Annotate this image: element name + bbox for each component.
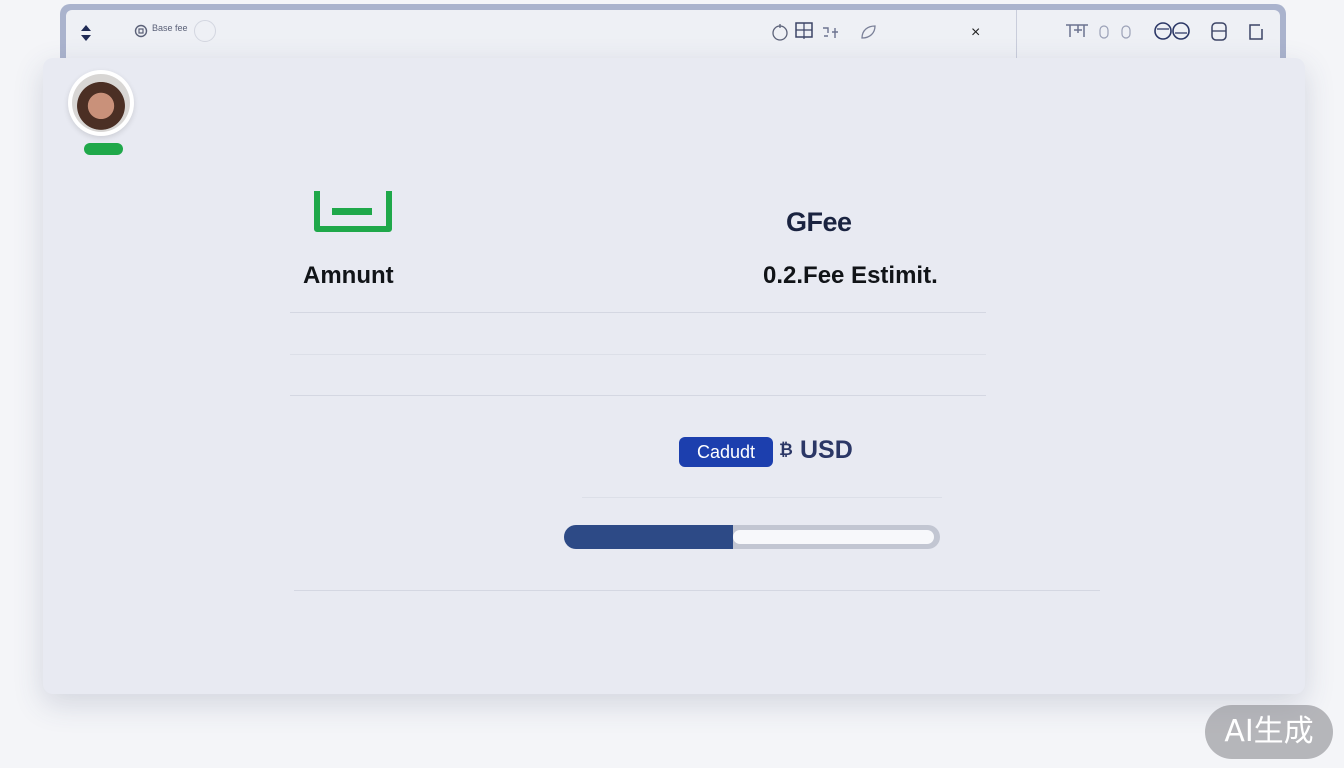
currency-button[interactable]: Cadudt bbox=[679, 437, 773, 467]
grid-icon[interactable] bbox=[1064, 22, 1090, 45]
gfee-logo: GFee bbox=[786, 207, 852, 237]
divider bbox=[290, 354, 986, 355]
frame-icon[interactable] bbox=[794, 20, 814, 47]
network-icon[interactable] bbox=[820, 22, 842, 47]
divider bbox=[290, 312, 986, 313]
toggle-icon[interactable] bbox=[1098, 24, 1134, 45]
progress-remaining bbox=[733, 530, 934, 544]
close-icon[interactable]: × bbox=[971, 24, 980, 42]
amount-label: Amnunt bbox=[303, 262, 394, 289]
tab-title[interactable]: Base fee bbox=[152, 24, 188, 33]
fee-estimate-card bbox=[43, 58, 1305, 694]
avatar-photo bbox=[72, 74, 130, 132]
globe-icon[interactable] bbox=[1152, 20, 1192, 47]
leaf-icon[interactable] bbox=[858, 22, 878, 47]
fee-estimate-label: 0.2.Fee Estimit. bbox=[763, 262, 938, 289]
browser-toolbar: Base fee × bbox=[60, 4, 1286, 62]
refresh-icon[interactable] bbox=[771, 22, 789, 47]
app-window: Base fee × GFee Amnunt 0.2.Fee Estimit. … bbox=[0, 0, 1344, 768]
logo-icon bbox=[134, 24, 148, 43]
wallet-tray-icon bbox=[312, 188, 392, 239]
toolbar-surface: Base fee × bbox=[66, 10, 1280, 62]
currency-label: USD bbox=[800, 436, 853, 464]
fee-progress-bar bbox=[564, 525, 940, 549]
progress-fill bbox=[564, 525, 733, 549]
divider bbox=[290, 395, 986, 396]
divider bbox=[294, 590, 1100, 591]
wallet-icon[interactable] bbox=[1210, 21, 1228, 48]
tab-spinner-icon bbox=[194, 20, 216, 42]
expand-icon[interactable] bbox=[80, 24, 92, 45]
avatar[interactable] bbox=[68, 70, 134, 136]
toolbar-divider bbox=[1016, 10, 1017, 62]
divider bbox=[582, 497, 942, 498]
ai-generated-watermark: AI生成 bbox=[1205, 705, 1333, 759]
currency-glyph-icon: ₿ bbox=[779, 440, 793, 459]
online-status-badge bbox=[84, 143, 123, 155]
external-icon[interactable] bbox=[1246, 22, 1266, 47]
